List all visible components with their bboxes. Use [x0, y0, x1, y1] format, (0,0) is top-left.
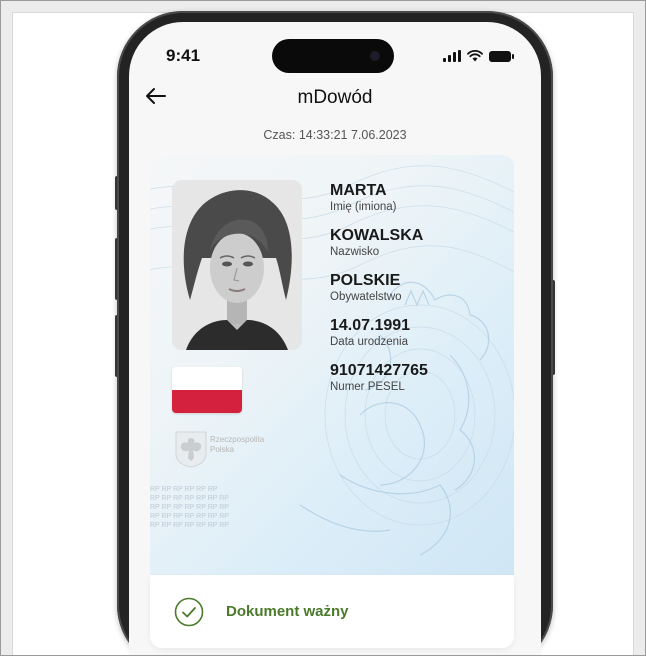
id-card: Rzeczpospolita Polska RP RP RP RP RP RP …: [150, 155, 514, 575]
microprint: RP RP RP RP RP RP RP RP RP RP RP RP RP R…: [150, 486, 229, 529]
checkmark-circle-icon: [174, 597, 204, 627]
timestamp: Czas: 14:33:21 7.06.2023: [263, 128, 407, 142]
dynamic-island: [272, 39, 394, 73]
first-name-field: MARTA Imię (imiona): [330, 182, 397, 213]
wifi-icon: [467, 50, 483, 62]
status-time: 9:41: [166, 46, 201, 65]
pesel-field: 91071427765 Numer PESEL: [330, 362, 428, 393]
portrait-photo: [172, 180, 302, 350]
validity-label: Dokument ważny: [226, 603, 349, 620]
emblem-text: Rzeczpospolita Polska: [210, 435, 265, 454]
status-icons: [443, 50, 514, 62]
citizenship-field: POLSKIE Obywatelstwo: [330, 272, 402, 303]
camera-icon: [370, 51, 380, 61]
signal-icon: [443, 50, 461, 62]
surname-field: KOWALSKA Nazwisko: [330, 227, 424, 258]
birth-date-field: 14.07.1991 Data urodzenia: [330, 317, 411, 348]
page-title: mDowód: [297, 87, 373, 108]
battery-icon: [489, 50, 514, 62]
polish-flag: [172, 367, 242, 413]
identity-fields: MARTA Imię (imiona) KOWALSKA Nazwisko PO…: [330, 182, 428, 407]
eagle-emblem-icon: [175, 431, 207, 468]
document-status[interactable]: Dokument ważny: [150, 575, 514, 648]
phone-screen: 9:41 mDowód Czas: 14:33:21 7.06.2023 Rze…: [129, 22, 541, 656]
